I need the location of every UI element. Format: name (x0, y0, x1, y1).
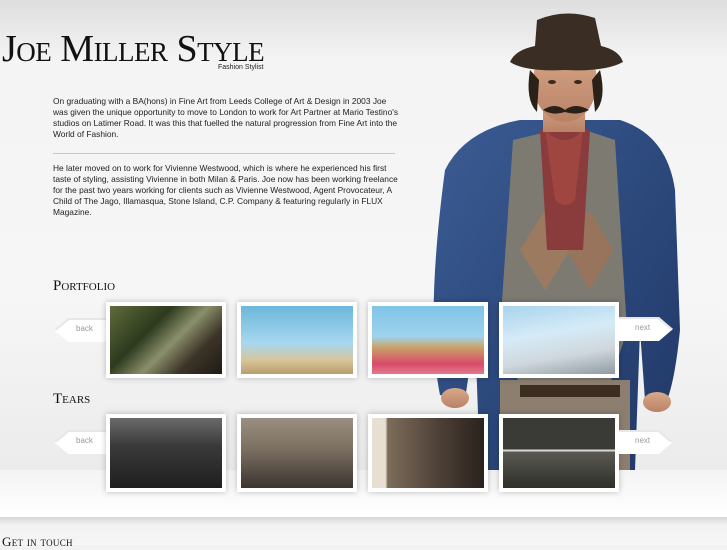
bio-divider (53, 153, 395, 154)
tears-back-label: back (76, 436, 93, 445)
portfolio-photo-3 (372, 306, 484, 374)
tears-photo-2 (241, 418, 353, 488)
tears-thumbnail-3[interactable] (368, 414, 488, 492)
bio-paragraph-1: On graduating with a BA(hons) in Fine Ar… (53, 96, 399, 139)
model-photo (433, 13, 680, 470)
tears-photo-1 (110, 418, 222, 488)
tears-thumbnail-2[interactable] (237, 414, 357, 492)
tears-next-label: next (635, 436, 651, 445)
tears-back-button[interactable]: back (54, 430, 108, 454)
portfolio-thumbnail-1[interactable] (106, 302, 226, 378)
tears-thumbnail-1[interactable] (106, 414, 226, 492)
tears-next-button[interactable]: next (619, 430, 673, 454)
site-logo[interactable]: Joe Miller Style (2, 30, 265, 68)
portfolio-photo-1 (110, 306, 222, 374)
portfolio-next-button[interactable]: next (619, 317, 673, 341)
portfolio-photo-2 (241, 306, 353, 374)
portfolio-thumbnail-3[interactable] (368, 302, 488, 378)
portfolio-photo-4 (503, 306, 615, 374)
tears-photo-4 (503, 418, 615, 488)
tears-heading: Tears (53, 391, 91, 407)
footer-bar (0, 517, 727, 545)
site-tagline: Fashion Stylist (218, 64, 264, 71)
tears-photo-3 (372, 418, 484, 488)
portfolio-thumbnail-4[interactable] (499, 302, 619, 378)
portfolio-thumbnail-2[interactable] (237, 302, 357, 378)
bio-paragraph-2: He later moved on to work for Vivienne W… (53, 163, 398, 217)
portfolio-heading: Portfolio (53, 278, 116, 294)
portfolio-back-label: back (76, 324, 93, 333)
footer-heading: Get in touch (2, 534, 73, 549)
portfolio-back-button[interactable]: back (54, 318, 108, 342)
portfolio-next-label: next (635, 323, 651, 332)
tears-thumbnail-4[interactable] (499, 414, 619, 492)
